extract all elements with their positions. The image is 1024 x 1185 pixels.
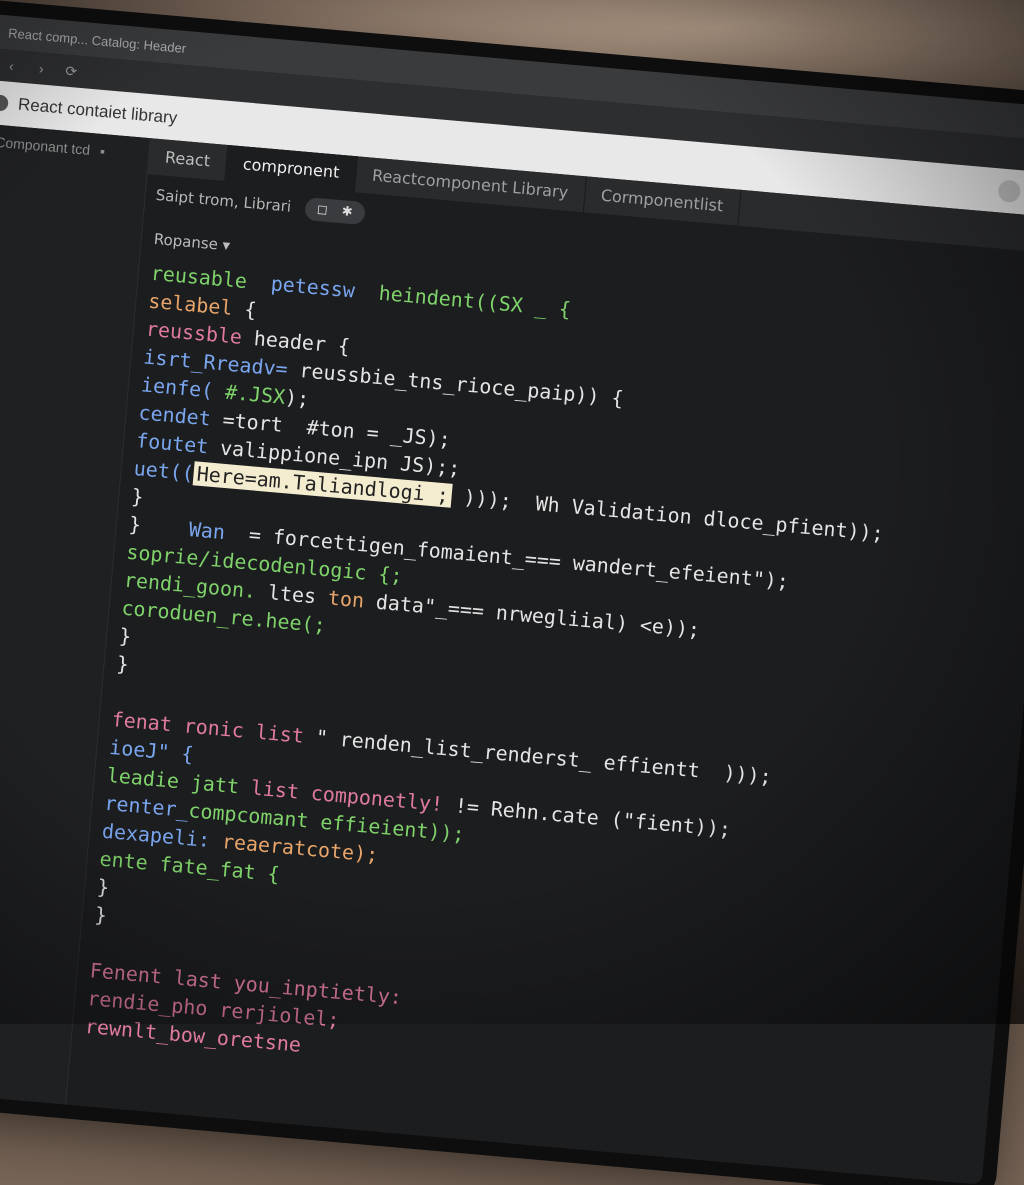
code-token: ente xyxy=(98,846,161,876)
code-token: isrt_ xyxy=(142,344,205,374)
sidebar-label[interactable]: Componant tcd xyxy=(0,134,91,158)
code-token: Wan xyxy=(187,517,251,547)
code-token: list xyxy=(249,775,313,805)
code-editor[interactable]: Ropanse ▾ reusable petessw heindent((SX … xyxy=(63,213,1024,1185)
code-token: fenat xyxy=(110,707,185,738)
code-token: } xyxy=(93,902,108,928)
square-icon[interactable]: ◻ xyxy=(316,202,328,218)
chevron-right-icon[interactable]: › xyxy=(33,60,50,77)
view-toggle[interactable]: ◻ ✱ xyxy=(304,196,366,225)
code-token: ))); xyxy=(450,483,537,516)
chevron-left-icon[interactable]: ‹ xyxy=(3,57,20,74)
code-token: } xyxy=(127,511,191,542)
code-token: ltes xyxy=(267,580,330,610)
editor-area: React compronent Reactcomponent Library Cor… xyxy=(63,138,1024,1185)
code-lines: reusable petessw heindent((SX _ {selabel… xyxy=(84,259,1024,1118)
settings-icon[interactable]: ✱ xyxy=(341,204,353,220)
app-logo-icon xyxy=(0,94,9,112)
ide-workspace: ‹ Componant tcd ▪ ReactcompronentReactco… xyxy=(0,121,1024,1185)
reload-icon[interactable]: ⟳ xyxy=(63,62,80,80)
code-token: } xyxy=(130,483,145,509)
breadcrumb[interactable]: Saipt trom, Librari xyxy=(155,186,292,216)
code-token: } xyxy=(96,874,111,900)
code-token: { xyxy=(243,297,258,323)
code-token: )) { xyxy=(574,382,625,411)
window-control-button[interactable] xyxy=(997,179,1022,204)
code-token: uet(( xyxy=(132,456,195,486)
code-token: #.JSX xyxy=(224,379,287,409)
code-token: } xyxy=(115,651,130,677)
file-icon[interactable]: ▪ xyxy=(99,143,105,159)
code-token: ); xyxy=(284,384,311,411)
app-title: React contaiet library xyxy=(17,94,179,128)
monitor-screen: React comp... Catalog: Header ‹ › ⟳ Reac… xyxy=(0,12,1024,1185)
code-token: jatt xyxy=(189,770,253,800)
code-token: last xyxy=(172,965,235,995)
code-token: ton xyxy=(327,585,378,614)
code-token: } xyxy=(118,623,133,649)
